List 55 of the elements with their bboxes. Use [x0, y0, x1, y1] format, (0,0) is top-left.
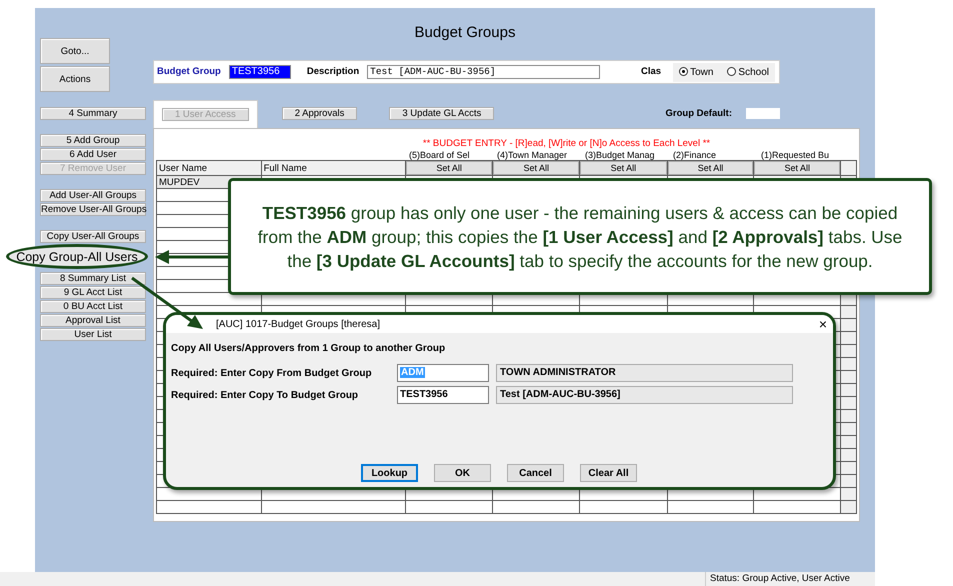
sidebar-button[interactable]: 8 Summary List	[40, 272, 146, 285]
tab[interactable]: 2 Approvals	[282, 107, 358, 120]
column-header: Full Name	[261, 160, 406, 176]
window-title: Budget Groups	[414, 23, 516, 43]
field-label: Description	[306, 64, 360, 79]
level-label: (1)Requested Bu	[760, 150, 830, 160]
set-all-button[interactable]: Set All	[580, 162, 666, 174]
set-all-button[interactable]: Set All	[754, 162, 840, 174]
sidebar-button[interactable]: 0 BU Acct List	[40, 300, 146, 313]
callout-text: TEST3956 group has only one user - the remaining users & access can be copied from the ADM group; this copies the [1 User Access] and [2 Approvals] tabs. Use the [3 Update GL Accounts] tab to specify the accounts for the new group.	[257, 202, 903, 272]
sidebar-button[interactable]: 6 Add User	[40, 148, 146, 161]
sidebar-button[interactable]: Copy User-All Groups	[40, 230, 146, 243]
banner-text: ** BUDGET ENTRY - [R]ead, [W]rite or [N]o Access to Each Level **	[422, 137, 712, 150]
field-label: Required: Enter Copy From Budget Group	[171, 366, 373, 380]
radio-button[interactable]	[679, 66, 688, 76]
highlighted-sidebar-button[interactable]: Copy Group-All Users	[6, 244, 148, 269]
field-label: Budget Group	[157, 64, 221, 79]
sidebar-button[interactable]: User List	[40, 328, 146, 341]
description-field: TOWN ADMINISTRATOR	[496, 364, 793, 382]
level-label: (3)Budget Manag	[584, 150, 656, 160]
field-label: Clas	[640, 64, 662, 79]
description-field: Test [ADM-AUC-BU-3956]	[496, 386, 793, 404]
level-label: (5)Board of Sel	[408, 150, 471, 160]
level-label: (2)Finance	[672, 150, 718, 160]
field-label: Required: Enter Copy To Budget Group	[171, 388, 360, 402]
group-default-field[interactable]	[746, 108, 780, 120]
tab[interactable]: 3 Update GL Accts	[389, 107, 494, 120]
sidebar-button[interactable]: 9 GL Acct List	[40, 286, 146, 299]
level-label: (4)Town Manager	[496, 150, 568, 160]
radio-label: School	[738, 66, 769, 78]
field-label: Group Default:	[666, 106, 732, 121]
close-button[interactable]: ×	[818, 317, 827, 331]
sidebar-button[interactable]: Add User-All Groups	[40, 189, 146, 202]
set-all-button[interactable]: Set All	[494, 162, 579, 174]
dialog-button[interactable]: Clear All	[580, 464, 637, 482]
sidebar-button[interactable]: Approval List	[40, 314, 146, 327]
dialog-heading: Copy All Users/Approvers from 1 Group to another Group	[170, 342, 446, 356]
sidebar-button[interactable]: 4 Summary	[40, 107, 146, 120]
description-field[interactable]: Test [ADM-AUC-BU-3956]	[367, 65, 600, 79]
dialog-title: [AUC] 1017-Budget Groups [theresa]	[216, 318, 380, 332]
sidebar-button[interactable]: 5 Add Group	[40, 134, 146, 147]
set-all-button[interactable]: Set All	[406, 162, 492, 174]
sidebar-button[interactable]: Goto...	[40, 38, 110, 64]
column-header: User Name	[156, 160, 262, 176]
budget-group-field[interactable]: TEST3956	[228, 65, 291, 79]
input-field[interactable]: TEST3956	[397, 386, 489, 404]
dialog-button[interactable]: Cancel	[507, 464, 564, 482]
sidebar-button[interactable]: Remove User-All Groups	[40, 203, 146, 216]
set-all-button[interactable]: Set All	[668, 162, 753, 174]
radio-label: Town	[690, 66, 714, 78]
radio-button[interactable]	[727, 66, 736, 76]
status-text: Status: Group Active, User Active	[705, 572, 850, 586]
sidebar-button[interactable]: Actions	[40, 66, 110, 92]
dialog-button[interactable]: OK	[434, 464, 491, 482]
dialog-button[interactable]: Lookup	[361, 464, 418, 482]
